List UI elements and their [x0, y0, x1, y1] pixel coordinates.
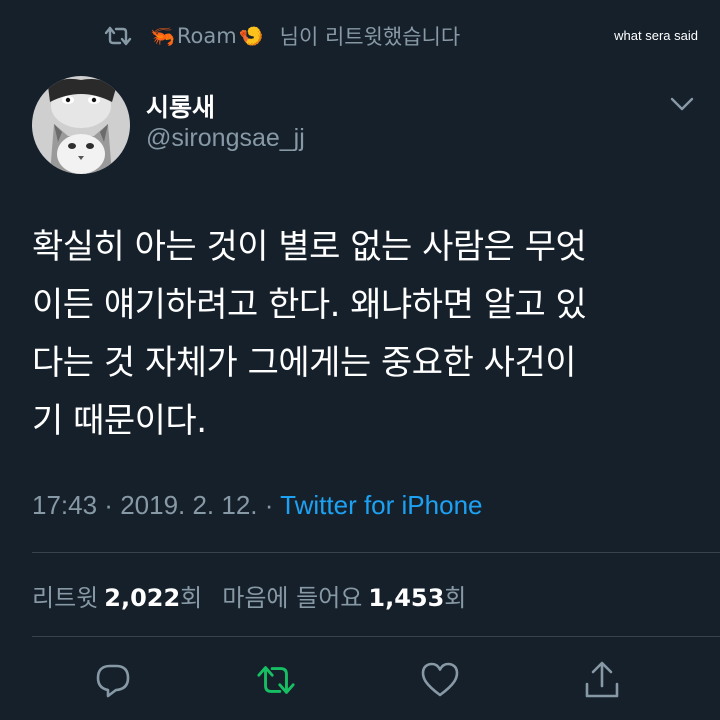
- retweets-count[interactable]: 2,022: [104, 584, 180, 612]
- meta-separator: ·: [257, 490, 281, 520]
- retweet-button[interactable]: [256, 660, 296, 700]
- tweet-line: 기 때문이다.: [32, 401, 207, 441]
- tweet-date: 2019. 2. 12.: [120, 490, 258, 520]
- retweet-context-text: 님이 리트윗했습니다: [279, 25, 461, 49]
- tweet-meta: 17:43 · 2019. 2. 12. · Twitter for iPhon…: [32, 490, 482, 521]
- shrimp-emoji: 🦐: [150, 24, 175, 48]
- tweet-text: 확실히 아는 것이 별로 없는 사람은 무엇 이든 얘기하려고 한다. 왜냐하면…: [32, 218, 702, 450]
- retweet-icon: [257, 666, 295, 694]
- divider: [32, 552, 720, 553]
- display-name[interactable]: 시롱새: [146, 88, 215, 124]
- fried-shrimp-emoji: 🍤: [238, 24, 264, 48]
- retweets-unit: 회: [180, 584, 203, 612]
- share-icon: [585, 661, 619, 698]
- likes-label[interactable]: 마음에 들어요: [222, 578, 362, 613]
- tweet-line: 이든 얘기하려고 한다. 왜냐하면 알고 있: [32, 285, 587, 325]
- reply-icon: [96, 664, 130, 698]
- tweet-stats: 리트윗 2,022 회 마음에 들어요 1,453 회: [32, 578, 466, 613]
- retweets-label[interactable]: 리트윗: [32, 578, 98, 613]
- tweet-line: 확실히 아는 것이 별로 없는 사람은 무엇: [32, 227, 587, 267]
- watermark: what sera said: [614, 28, 698, 43]
- meta-separator: ·: [97, 490, 121, 520]
- likes-count[interactable]: 1,453: [368, 584, 444, 612]
- avatar[interactable]: [32, 76, 130, 174]
- tweet-source-link[interactable]: Twitter for iPhone: [280, 490, 482, 520]
- chevron-down-icon[interactable]: [668, 94, 696, 114]
- user-handle[interactable]: @sirongsae_jj: [146, 124, 305, 153]
- avatar-image: [32, 76, 130, 174]
- tweet-time: 17:43: [32, 490, 98, 520]
- reply-button[interactable]: [93, 660, 133, 700]
- heart-icon: [421, 662, 459, 697]
- retweet-context[interactable]: 🦐 Roam 🍤 님이 리트윗했습니다: [104, 20, 460, 52]
- divider: [32, 636, 720, 637]
- share-button[interactable]: [582, 660, 622, 700]
- retweet-icon: [104, 26, 132, 46]
- tweet-line: 다는 것 자체가 그에게는 중요한 사건이: [32, 343, 577, 383]
- retweeter-name[interactable]: Roam: [177, 24, 237, 48]
- like-button[interactable]: [420, 660, 460, 700]
- likes-unit: 회: [444, 584, 467, 612]
